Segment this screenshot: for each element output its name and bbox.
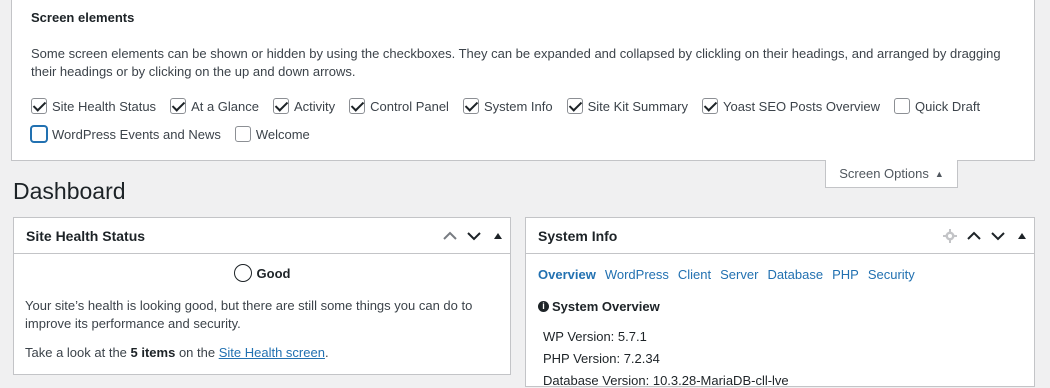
toggle-panel-button[interactable] <box>1010 218 1034 254</box>
configure-button[interactable] <box>938 218 962 254</box>
footer-text: Take a look at the <box>25 345 131 360</box>
checkbox-at-a-glance[interactable]: At a Glance <box>170 98 259 114</box>
system-overview-heading: i System Overview <box>538 299 660 314</box>
health-status-indicator: Good <box>14 264 510 282</box>
widget-title: System Info <box>538 227 618 244</box>
progress-circle-icon <box>233 264 252 282</box>
checkbox-label: Site Health Status <box>52 98 157 114</box>
checkbox-quick-draft[interactable]: Quick Draft <box>894 98 980 114</box>
checkbox-site-health-status[interactable]: Site Health Status <box>31 98 156 114</box>
checkbox-site-kit-summary[interactable]: Site Kit Summary <box>566 98 689 114</box>
screen-elements-legend: Screen elements <box>31 10 135 25</box>
chevron-up-icon <box>443 231 457 240</box>
move-up-button[interactable] <box>962 218 986 254</box>
checkbox-label: At a Glance <box>191 98 259 114</box>
checkbox-welcome[interactable]: Welcome <box>234 126 310 142</box>
tab-wordpress[interactable]: WordPress <box>605 267 669 282</box>
tab-php[interactable]: PHP <box>832 267 859 282</box>
checkbox-box[interactable] <box>894 98 911 114</box>
checkbox-box[interactable] <box>462 98 479 114</box>
checkbox-box[interactable] <box>31 98 47 114</box>
tab-client[interactable]: Client <box>678 267 711 282</box>
health-description: Your site’s health is looking good, but … <box>25 298 473 331</box>
checkbox-box[interactable] <box>566 98 583 114</box>
tab-database[interactable]: Database <box>767 267 823 282</box>
checkbox-yoast-seo-posts-overview[interactable]: Yoast SEO Posts Overview <box>702 98 880 114</box>
gear-icon <box>943 228 957 243</box>
screen-elements-description: Some screen elements can be shown or hid… <box>31 46 1001 79</box>
checkbox-row: WordPress Events and News Welcome <box>31 125 324 143</box>
widget-header[interactable]: System Info <box>526 218 1034 254</box>
tab-server[interactable]: Server <box>720 267 758 282</box>
section-title: System Overview <box>552 299 660 314</box>
footer-text: on the <box>175 345 219 360</box>
widget-header[interactable]: Site Health Status <box>14 218 510 254</box>
info-icon: i <box>538 301 549 312</box>
checkbox-wordpress-events-and-news[interactable]: WordPress Events and News <box>31 126 221 142</box>
screen-options-panel: Screen elements Some screen elements can… <box>11 0 1035 161</box>
wp-version: WP Version: 5.7.1 <box>543 329 647 344</box>
checkbox-box[interactable] <box>702 98 719 114</box>
widget-handles <box>938 218 1034 253</box>
system-info-tabs: Overview WordPress Client Server Databas… <box>538 267 924 282</box>
php-version: PHP Version: 7.2.34 <box>543 351 660 366</box>
checkbox-label: Activity <box>294 98 336 114</box>
items-count: 5 items <box>130 345 176 360</box>
move-down-button[interactable] <box>462 218 486 254</box>
checkbox-label: Site Kit Summary <box>587 98 689 114</box>
move-down-button[interactable] <box>986 218 1010 254</box>
health-status-label: Good <box>256 265 291 281</box>
checkbox-activity[interactable]: Activity <box>273 98 335 114</box>
tab-overview[interactable]: Overview <box>538 267 596 282</box>
triangle-up-icon <box>1018 232 1026 239</box>
chevron-down-icon <box>467 231 481 240</box>
page-title: Dashboard <box>13 178 126 204</box>
footer-text: . <box>324 345 329 360</box>
toggle-panel-button[interactable] <box>486 218 510 254</box>
screen-options-toggle-button[interactable]: Screen Options ▲ <box>825 160 958 188</box>
screen-options-label: Screen Options <box>839 166 929 181</box>
widget-title: Site Health Status <box>26 227 146 244</box>
checkbox-label: Quick Draft <box>915 98 981 114</box>
health-footer: Take a look at the 5 items on the Site H… <box>25 345 329 360</box>
checkbox-row: Site Health Status At a Glance Activity … <box>31 97 994 115</box>
checkbox-system-info[interactable]: System Info <box>462 98 553 114</box>
widget-handles <box>438 218 510 253</box>
chevron-up-icon <box>967 231 981 240</box>
triangle-up-icon <box>494 232 502 239</box>
checkbox-box[interactable] <box>349 98 366 114</box>
checkbox-box[interactable] <box>31 126 47 142</box>
tab-security[interactable]: Security <box>868 267 915 282</box>
checkbox-box[interactable] <box>170 98 187 114</box>
checkbox-label: Yoast SEO Posts Overview <box>723 98 881 114</box>
checkbox-label: Control Panel <box>370 98 449 114</box>
site-health-widget: Site Health Status Good Your site’s heal… <box>13 217 511 375</box>
checkbox-label: WordPress Events and News <box>52 126 221 142</box>
checkbox-label: Welcome <box>255 126 310 142</box>
caret-up-icon: ▲ <box>934 168 944 179</box>
checkbox-control-panel[interactable]: Control Panel <box>349 98 449 114</box>
chevron-down-icon <box>991 231 1005 240</box>
checkbox-box[interactable] <box>273 98 289 114</box>
site-health-screen-link[interactable]: Site Health screen <box>219 345 325 360</box>
system-info-widget: System Info Overview WordPress Client Se… <box>525 217 1035 388</box>
move-up-button[interactable] <box>438 218 462 254</box>
checkbox-box[interactable] <box>234 126 251 142</box>
checkbox-label: System Info <box>483 98 553 114</box>
